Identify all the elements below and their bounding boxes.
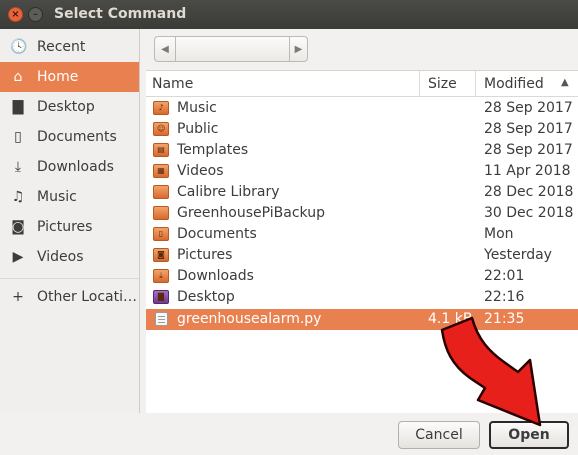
places-sidebar: 🕓 Recent ⌂ Home ▇ Desktop ▯ Documents ⤓ … <box>0 29 140 413</box>
column-divider[interactable] <box>475 71 476 97</box>
sidebar-item-pictures[interactable]: ◙ Pictures <box>0 212 139 242</box>
path-scroll-right-button[interactable]: ▶ <box>290 36 308 62</box>
sidebar-item-label: Desktop <box>37 99 95 115</box>
file-modified: 22:01 <box>484 268 525 284</box>
file-size: 4.1 kB <box>428 311 473 327</box>
path-bar: ◀ ▶ <box>154 36 308 62</box>
document-icon: ▯ <box>14 129 22 145</box>
chevron-right-icon: ▶ <box>294 43 303 55</box>
cancel-button[interactable]: Cancel <box>398 421 480 449</box>
home-icon: ⌂ <box>13 69 23 85</box>
file-name: Music <box>177 100 217 116</box>
file-name: Calibre Library <box>177 184 280 200</box>
file-row-downloads[interactable]: ⤓ Downloads 22:01 <box>146 266 578 287</box>
minimize-icon[interactable]: – <box>28 7 43 22</box>
music-icon: ♫ <box>11 189 25 205</box>
plus-icon: + <box>12 289 24 305</box>
desktop-folder-icon: ▇ <box>153 290 169 304</box>
chevron-left-icon: ◀ <box>161 43 169 55</box>
sidebar-item-documents[interactable]: ▯ Documents <box>0 122 139 152</box>
column-header-row: Name Size Modified ▲ <box>146 71 578 97</box>
public-folder-icon: ☺ <box>153 122 169 136</box>
templates-folder-icon: ▤ <box>153 143 169 157</box>
file-row-desktop[interactable]: ▇ Desktop 22:16 <box>146 287 578 308</box>
file-name: Desktop <box>177 289 235 305</box>
sidebar-item-recent[interactable]: 🕓 Recent <box>0 32 139 62</box>
file-modified: 28 Sep 2017 <box>484 121 573 137</box>
file-modified: 28 Sep 2017 <box>484 100 573 116</box>
column-divider[interactable] <box>419 71 420 97</box>
sidebar-item-label: Pictures <box>37 219 93 235</box>
file-name: Public <box>177 121 219 137</box>
open-button[interactable]: Open <box>489 421 569 449</box>
sidebar-item-label: Videos <box>37 249 84 265</box>
file-name: greenhousealarm.py <box>177 311 322 327</box>
sidebar-item-label: Recent <box>37 39 86 55</box>
sidebar-separator <box>0 278 139 279</box>
file-row-documents[interactable]: ▯ Documents Mon <box>146 224 578 245</box>
file-row-greenhousealarm-py[interactable]: greenhousealarm.py 4.1 kB 21:35 <box>146 309 578 330</box>
sidebar-item-downloads[interactable]: ⤓ Downloads <box>0 152 139 182</box>
close-icon[interactable]: × <box>8 7 23 22</box>
sidebar-item-videos[interactable]: ▶ Videos <box>0 242 139 272</box>
file-name: GreenhousePiBackup <box>177 205 325 221</box>
path-segment-button[interactable] <box>176 36 290 62</box>
file-row-templates[interactable]: ▤ Templates 28 Sep 2017 <box>146 140 578 161</box>
file-row-calibre-library[interactable]: Calibre Library 28 Dec 2018 <box>146 182 578 203</box>
sidebar-item-other-locations[interactable]: + Other Locati… <box>0 282 139 312</box>
sidebar-item-desktop[interactable]: ▇ Desktop <box>0 92 139 122</box>
camera-icon: ◙ <box>11 219 25 235</box>
file-row-videos[interactable]: ▦ Videos 11 Apr 2018 <box>146 161 578 182</box>
column-header-name[interactable]: Name <box>152 76 193 92</box>
videos-folder-icon: ▦ <box>153 164 169 178</box>
column-header-size[interactable]: Size <box>428 76 457 92</box>
video-icon: ▶ <box>12 249 24 265</box>
file-row-public[interactable]: ☺ Public 28 Sep 2017 <box>146 119 578 140</box>
downloads-folder-icon: ⤓ <box>153 269 169 283</box>
file-row-greenhousepibackup[interactable]: GreenhousePiBackup 30 Dec 2018 <box>146 203 578 224</box>
file-name: Pictures <box>177 247 233 263</box>
file-modified: 28 Dec 2018 <box>484 184 574 200</box>
folder-icon <box>153 185 169 199</box>
text-file-icon <box>155 312 168 326</box>
file-name: Templates <box>177 142 249 158</box>
download-icon: ⤓ <box>14 159 22 175</box>
file-modified: 21:35 <box>484 311 525 327</box>
documents-folder-icon: ▯ <box>153 227 169 241</box>
file-modified: Mon <box>484 226 514 242</box>
sidebar-item-label: Music <box>37 189 77 205</box>
sidebar-item-label: Downloads <box>37 159 114 175</box>
clock-icon: 🕓 <box>10 39 28 55</box>
title-bar: × – Select Command <box>0 0 578 29</box>
file-modified: 30 Dec 2018 <box>484 205 574 221</box>
file-list: Name Size Modified ▲ ♪ Music 28 Sep 2017… <box>146 70 578 413</box>
pictures-folder-icon: ◙ <box>153 248 169 262</box>
file-row-music[interactable]: ♪ Music 28 Sep 2017 <box>146 98 578 119</box>
file-modified: Yesterday <box>484 247 552 263</box>
file-name: Downloads <box>177 268 254 284</box>
file-modified: 28 Sep 2017 <box>484 142 573 158</box>
sort-ascending-icon: ▲ <box>561 77 569 88</box>
sidebar-item-home[interactable]: ⌂ Home <box>0 62 139 92</box>
file-row-pictures[interactable]: ◙ Pictures Yesterday <box>146 245 578 266</box>
sidebar-item-label: Documents <box>37 129 117 145</box>
sidebar-item-label: Home <box>37 69 79 85</box>
folder-icon <box>153 206 169 220</box>
folder-icon: ▇ <box>12 99 24 115</box>
window-title: Select Command <box>54 6 187 22</box>
file-name: Videos <box>177 163 224 179</box>
file-modified: 22:16 <box>484 289 525 305</box>
sidebar-item-music[interactable]: ♫ Music <box>0 182 139 212</box>
music-folder-icon: ♪ <box>153 101 169 115</box>
sidebar-item-label: Other Locati… <box>37 289 137 305</box>
column-header-modified[interactable]: Modified <box>484 76 544 92</box>
file-name: Documents <box>177 226 257 242</box>
path-scroll-left-button[interactable]: ◀ <box>154 36 176 62</box>
file-modified: 11 Apr 2018 <box>484 163 571 179</box>
